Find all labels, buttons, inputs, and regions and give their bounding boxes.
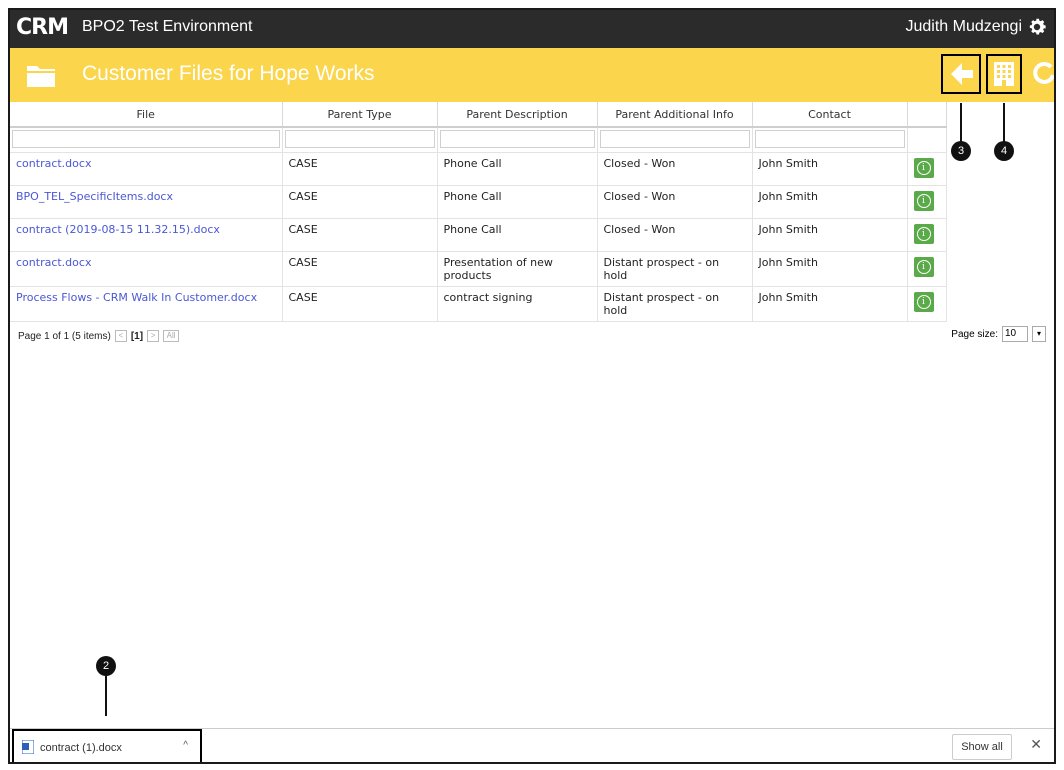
callout-arrow-2 [105, 676, 107, 716]
pager: Page 1 of 1 (5 items) < [1] > All [18, 330, 180, 342]
column-header-parent-type[interactable]: Parent Type [282, 102, 438, 128]
pager-prev-button[interactable]: < [114, 330, 127, 342]
folder-icon [27, 66, 55, 87]
parent-description-cell: contract signing [437, 286, 598, 322]
parent-type-cell: CASE [282, 286, 438, 322]
table-row: Process Flows - CRM Walk In Customer.doc… [10, 286, 947, 322]
column-header-parent-info[interactable]: Parent Additional Info [597, 102, 753, 128]
pager-all-button[interactable]: All [163, 330, 180, 342]
callout-2: 2 [96, 656, 116, 676]
files-table: File Parent Type Parent Description Pare… [10, 102, 947, 322]
download-item[interactable]: contract (1).docx ^ [12, 729, 202, 762]
column-header-parent-description[interactable]: Parent Description [437, 102, 598, 128]
file-link[interactable]: BPO_TEL_SpecificItems.docx [16, 190, 173, 203]
callout-arrow-4 [1003, 103, 1005, 143]
file-link[interactable]: contract.docx [16, 157, 91, 170]
parent-type-cell: CASE [282, 152, 438, 186]
file-link[interactable]: Process Flows - CRM Walk In Customer.doc… [16, 291, 257, 304]
files-grid: File Parent Type Parent Description Pare… [10, 102, 1054, 322]
gear-icon[interactable] [1026, 16, 1048, 38]
parent-info-cell: Closed - Won [597, 218, 753, 252]
table-row: contract.docx CASE Presentation of new p… [10, 251, 947, 287]
crm-logo[interactable]: CRM [16, 15, 69, 40]
contact-cell: John Smith [752, 218, 908, 252]
download-bar: contract (1).docx ^ Show all ✕ [10, 728, 1054, 762]
parent-type-cell: CASE [282, 251, 438, 287]
page-title: Customer Files for Hope Works [82, 62, 375, 85]
highlight-box-4 [986, 54, 1022, 94]
parent-info-cell: Closed - Won [597, 185, 753, 219]
show-all-button[interactable]: Show all [952, 734, 1012, 760]
download-file-name: contract (1).docx [40, 742, 122, 754]
filter-row [10, 127, 947, 153]
header-row: File Parent Type Parent Description Pare… [10, 102, 947, 128]
word-doc-icon [22, 740, 34, 754]
table-row: contract.docx CASE Phone Call Closed - W… [10, 152, 947, 186]
page-size-label: Page size: [951, 328, 998, 340]
column-header-actions [907, 102, 947, 128]
parent-description-cell: Phone Call [437, 185, 598, 219]
contact-cell: John Smith [752, 185, 908, 219]
info-button[interactable]: i [913, 257, 934, 277]
info-button[interactable]: i [913, 158, 934, 178]
file-link[interactable]: contract (2019-08-15 11.32.15).docx [16, 223, 220, 236]
file-link[interactable]: contract.docx [16, 256, 91, 269]
callout-arrow-3 [960, 103, 962, 143]
page-size-input[interactable]: 10 [1002, 326, 1028, 342]
filter-parent-type-input[interactable] [284, 130, 435, 148]
chevron-up-icon[interactable]: ^ [183, 740, 188, 751]
filter-parent-info-input[interactable] [599, 130, 750, 148]
column-header-contact[interactable]: Contact [752, 102, 908, 128]
parent-info-cell: Distant prospect - on hold [597, 286, 753, 322]
info-icon: i [916, 194, 931, 208]
parent-description-cell: Phone Call [437, 218, 598, 252]
callout-4: 4 [994, 141, 1014, 161]
table-row: contract (2019-08-15 11.32.15).docx CASE… [10, 218, 947, 252]
parent-info-cell: Distant prospect - on hold [597, 251, 753, 287]
info-icon: i [916, 295, 931, 309]
table-row: BPO_TEL_SpecificItems.docx CASE Phone Ca… [10, 185, 947, 219]
column-header-file[interactable]: File [10, 102, 283, 128]
parent-description-cell: Presentation of new products [437, 251, 598, 287]
app-window: CRM BPO2 Test Environment Judith Mudzeng… [8, 8, 1056, 764]
refresh-button[interactable] [1026, 56, 1054, 92]
environment-title: BPO2 Test Environment [82, 18, 253, 35]
refresh-icon [1033, 61, 1054, 84]
info-button[interactable]: i [913, 292, 934, 312]
contact-cell: John Smith [752, 286, 908, 322]
parent-type-cell: CASE [282, 218, 438, 252]
filter-contact-input[interactable] [754, 130, 905, 148]
info-button[interactable]: i [913, 191, 934, 211]
top-bar: CRM BPO2 Test Environment Judith Mudzeng… [10, 10, 1054, 48]
filter-parent-description-input[interactable] [439, 130, 595, 148]
info-icon: i [916, 227, 931, 241]
info-button[interactable]: i [913, 224, 934, 244]
info-icon: i [916, 260, 931, 274]
contact-cell: John Smith [752, 152, 908, 186]
callout-3: 3 [951, 141, 971, 161]
parent-type-cell: CASE [282, 185, 438, 219]
pager-summary: Page 1 of 1 (5 items) [18, 330, 111, 342]
page-size-control: Page size: 10 ▾ [951, 326, 1046, 342]
pager-current-page: [1] [130, 330, 144, 342]
highlight-box-3 [941, 54, 981, 94]
parent-description-cell: Phone Call [437, 152, 598, 186]
contact-cell: John Smith [752, 251, 908, 287]
page-header: Customer Files for Hope Works [10, 48, 1054, 102]
close-icon[interactable]: ✕ [1030, 737, 1042, 753]
user-name[interactable]: Judith Mudzengi [905, 18, 1022, 36]
pager-next-button[interactable]: > [147, 330, 160, 342]
parent-info-cell: Closed - Won [597, 152, 753, 186]
filter-file-input[interactable] [12, 130, 280, 148]
chevron-down-icon[interactable]: ▾ [1032, 326, 1046, 342]
info-icon: i [916, 161, 931, 175]
